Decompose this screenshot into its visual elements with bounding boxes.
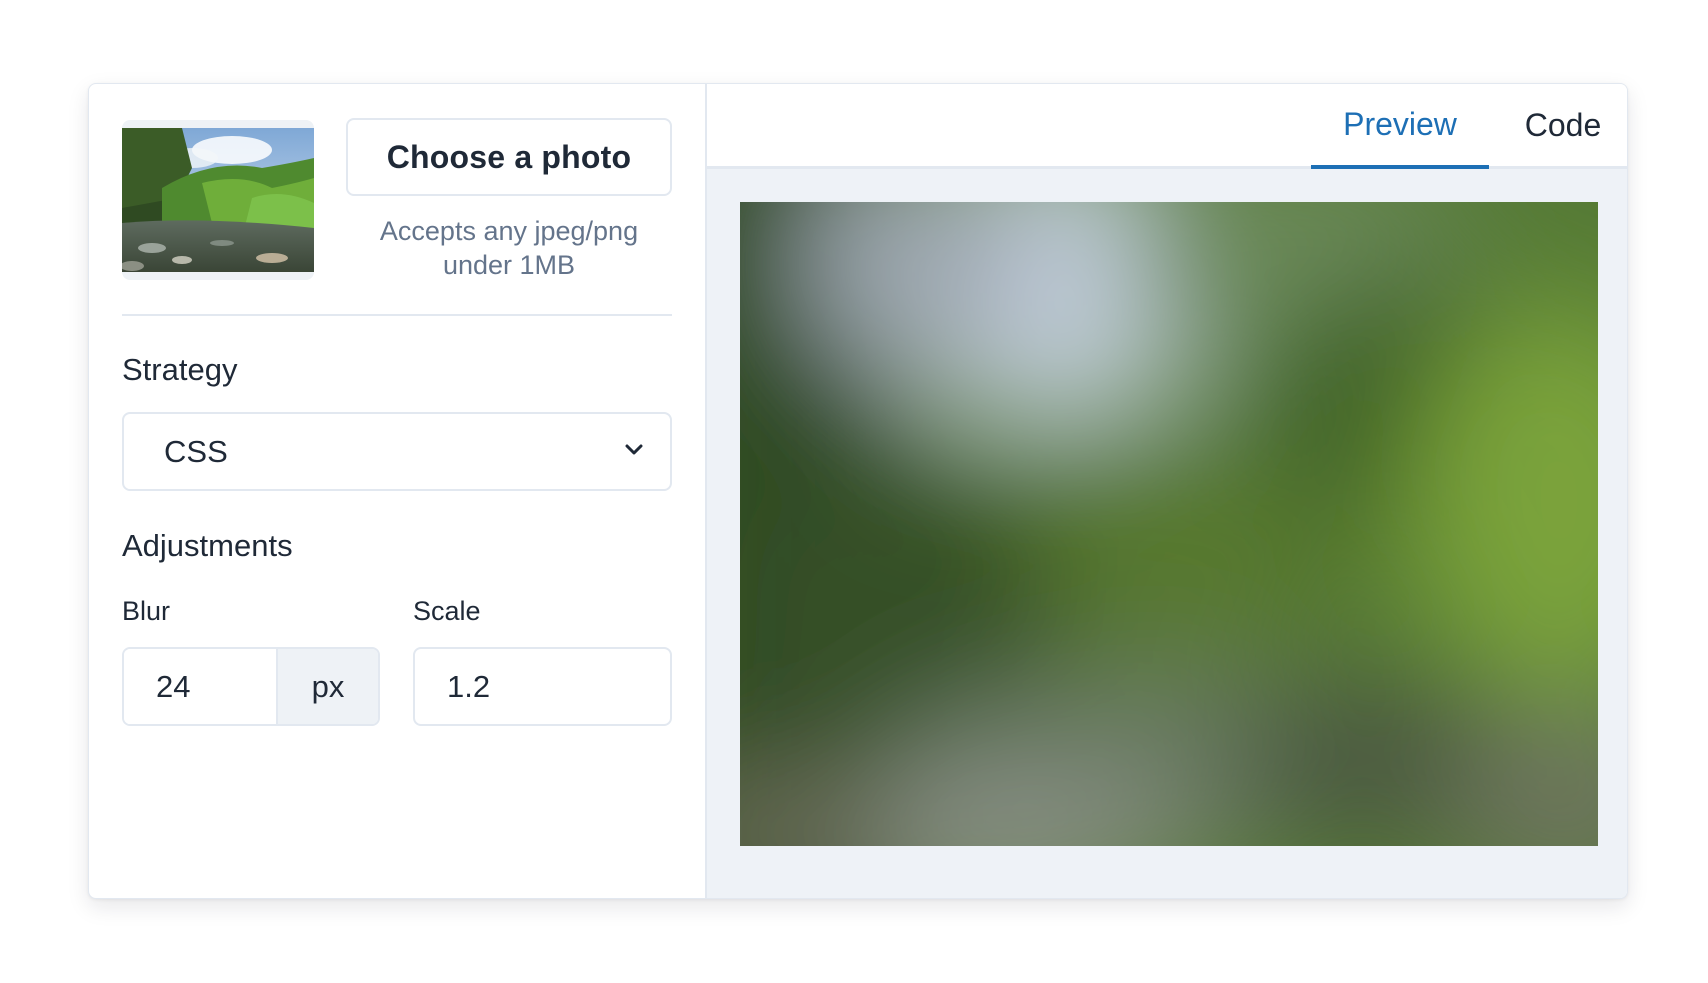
- strategy-title: Strategy: [122, 352, 238, 387]
- blur-unit-addon: px: [276, 649, 378, 724]
- upload-hint: Accepts any jpeg/png under 1MB: [379, 216, 639, 280]
- blurred-preview-image: [740, 202, 1598, 846]
- photo-thumbnail-frame: [122, 120, 314, 280]
- river-landscape-image: [122, 128, 314, 272]
- choose-photo-button[interactable]: Choose a photo: [346, 118, 672, 196]
- strategy-selected-value: CSS: [164, 433, 228, 469]
- blur-label: Blur: [122, 596, 171, 626]
- blur-input[interactable]: 24: [124, 649, 276, 724]
- tab-code[interactable]: Code: [1507, 84, 1619, 166]
- adjustments-title: Adjustments: [122, 528, 293, 563]
- blur-generator-card: Choose a photo Accepts any jpeg/png unde…: [88, 83, 1628, 899]
- blur-field-group: 24 px: [122, 647, 380, 726]
- chevron-down-icon: [622, 434, 646, 470]
- controls-panel: Choose a photo Accepts any jpeg/png unde…: [89, 84, 707, 898]
- tab-preview[interactable]: Preview: [1311, 84, 1489, 169]
- scale-label: Scale: [413, 596, 481, 626]
- strategy-select[interactable]: CSS: [122, 412, 672, 491]
- scale-input[interactable]: 1.2: [413, 647, 672, 726]
- output-panel: Preview Code: [707, 84, 1627, 898]
- photo-thumbnail: [122, 128, 314, 272]
- tab-bar: Preview Code: [707, 84, 1627, 169]
- divider: [122, 314, 672, 316]
